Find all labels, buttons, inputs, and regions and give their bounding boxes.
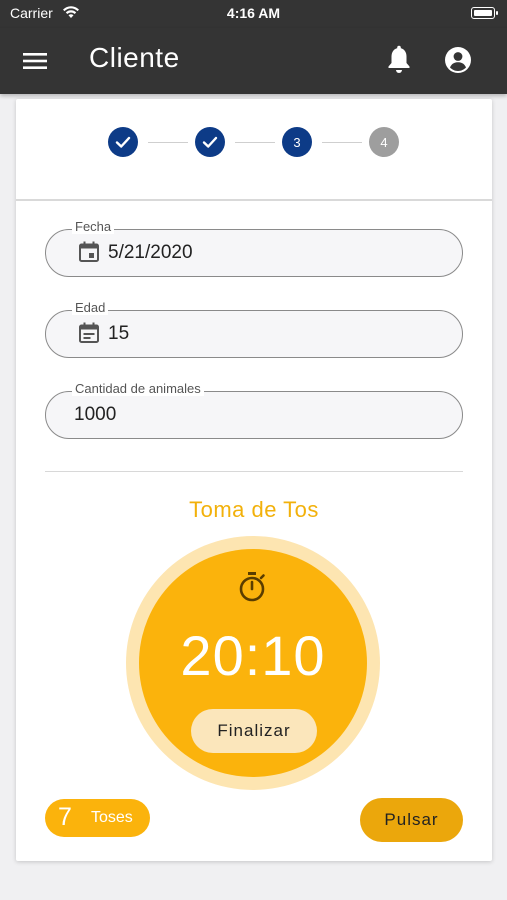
stopwatch-icon [239,572,265,602]
step-connector [322,142,362,143]
age-field[interactable]: Edad 15 [45,301,463,358]
animal-count-value: 1000 [74,404,117,425]
step-2[interactable] [195,127,225,157]
age-value: 15 [108,323,130,344]
status-bar: Carrier 4:16 AM [0,0,507,28]
page-title: Cliente [89,42,180,73]
cough-count-label: Toses [91,809,133,826]
step-4[interactable]: 4 [369,127,399,157]
account-circle-icon[interactable] [443,45,473,75]
step-1[interactable] [108,127,138,157]
date-field-label: Fecha [72,220,115,234]
step-3[interactable]: 3 [282,127,312,157]
main-card: 3 4 Fecha 5/21/2020 Edad 15 Cantidad de … [16,99,492,861]
timer-display: 20:10 [180,624,326,687]
finish-button[interactable]: Finalizar [191,709,317,753]
step-connector [235,142,275,143]
cough-count-badge: 7 Toses [45,799,150,837]
step-connector [148,142,188,143]
clock: 4:16 AM [226,5,281,21]
cough-section-title: Toma de Tos [189,497,319,522]
menu-icon[interactable] [22,48,48,74]
calendar-icon [79,241,99,262]
step-number: 3 [293,134,301,150]
check-icon [115,136,131,148]
animal-count-field[interactable]: Cantidad de animales 1000 [45,382,463,439]
app-bar: Cliente [0,28,507,94]
age-field-label: Edad [72,301,109,315]
date-value: 5/21/2020 [108,242,193,263]
stepper: 3 4 [16,99,492,201]
step-number: 4 [380,134,388,150]
event-note-icon [79,322,99,343]
pulse-button[interactable]: Pulsar [360,798,463,842]
battery-icon [471,7,498,19]
check-icon [202,136,218,148]
divider [45,471,463,472]
cough-timer: 20:10 Finalizar [139,549,367,777]
animal-count-label: Cantidad de animales [72,382,204,396]
cough-count: 7 [58,803,72,831]
date-field[interactable]: Fecha 5/21/2020 [45,220,463,277]
bell-icon[interactable] [385,45,413,75]
